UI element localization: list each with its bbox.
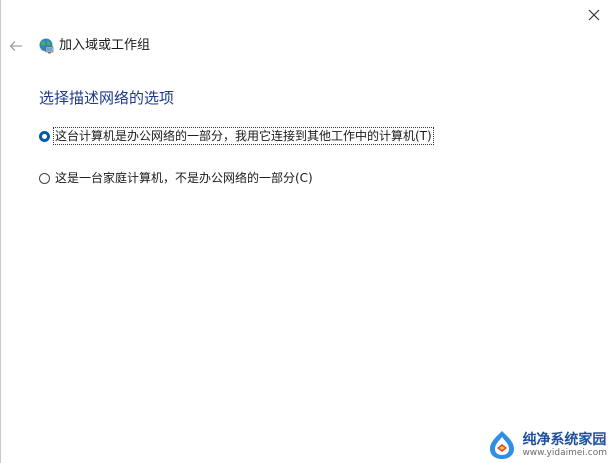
option-office-network-label: 这台计算机是办公网络的一部分，我用它连接到其他工作中的计算机(T): [53, 127, 434, 145]
watermark-logo-icon: [490, 431, 515, 459]
page-heading: 选择描述网络的选项: [39, 89, 175, 107]
window-title: 加入域或工作组: [59, 38, 151, 53]
watermark-name: 纯净系统家园: [522, 432, 607, 448]
option-home-computer[interactable]: 这是一台家庭计算机，不是办公网络的一部分(C): [39, 170, 314, 186]
close-icon: [588, 9, 600, 21]
radio-home-computer[interactable]: [39, 172, 50, 184]
wizard-window: 加入域或工作组 选择描述网络的选项 这台计算机是办公网络的一部分，我用它连接到其…: [0, 0, 615, 463]
close-button[interactable]: [583, 4, 605, 26]
back-arrow-icon: [9, 41, 22, 51]
watermark: 纯净系统家园 www.yidaimei.com: [486, 429, 607, 461]
back-button[interactable]: [7, 37, 25, 55]
option-office-network[interactable]: 这台计算机是办公网络的一部分，我用它连接到其他工作中的计算机(T): [39, 127, 434, 145]
option-home-computer-label: 这是一台家庭计算机，不是办公网络的一部分(C): [55, 171, 313, 185]
radio-office-network[interactable]: [39, 130, 50, 142]
watermark-url: www.yidaimei.com: [522, 448, 607, 458]
network-globe-icon: [39, 38, 54, 54]
